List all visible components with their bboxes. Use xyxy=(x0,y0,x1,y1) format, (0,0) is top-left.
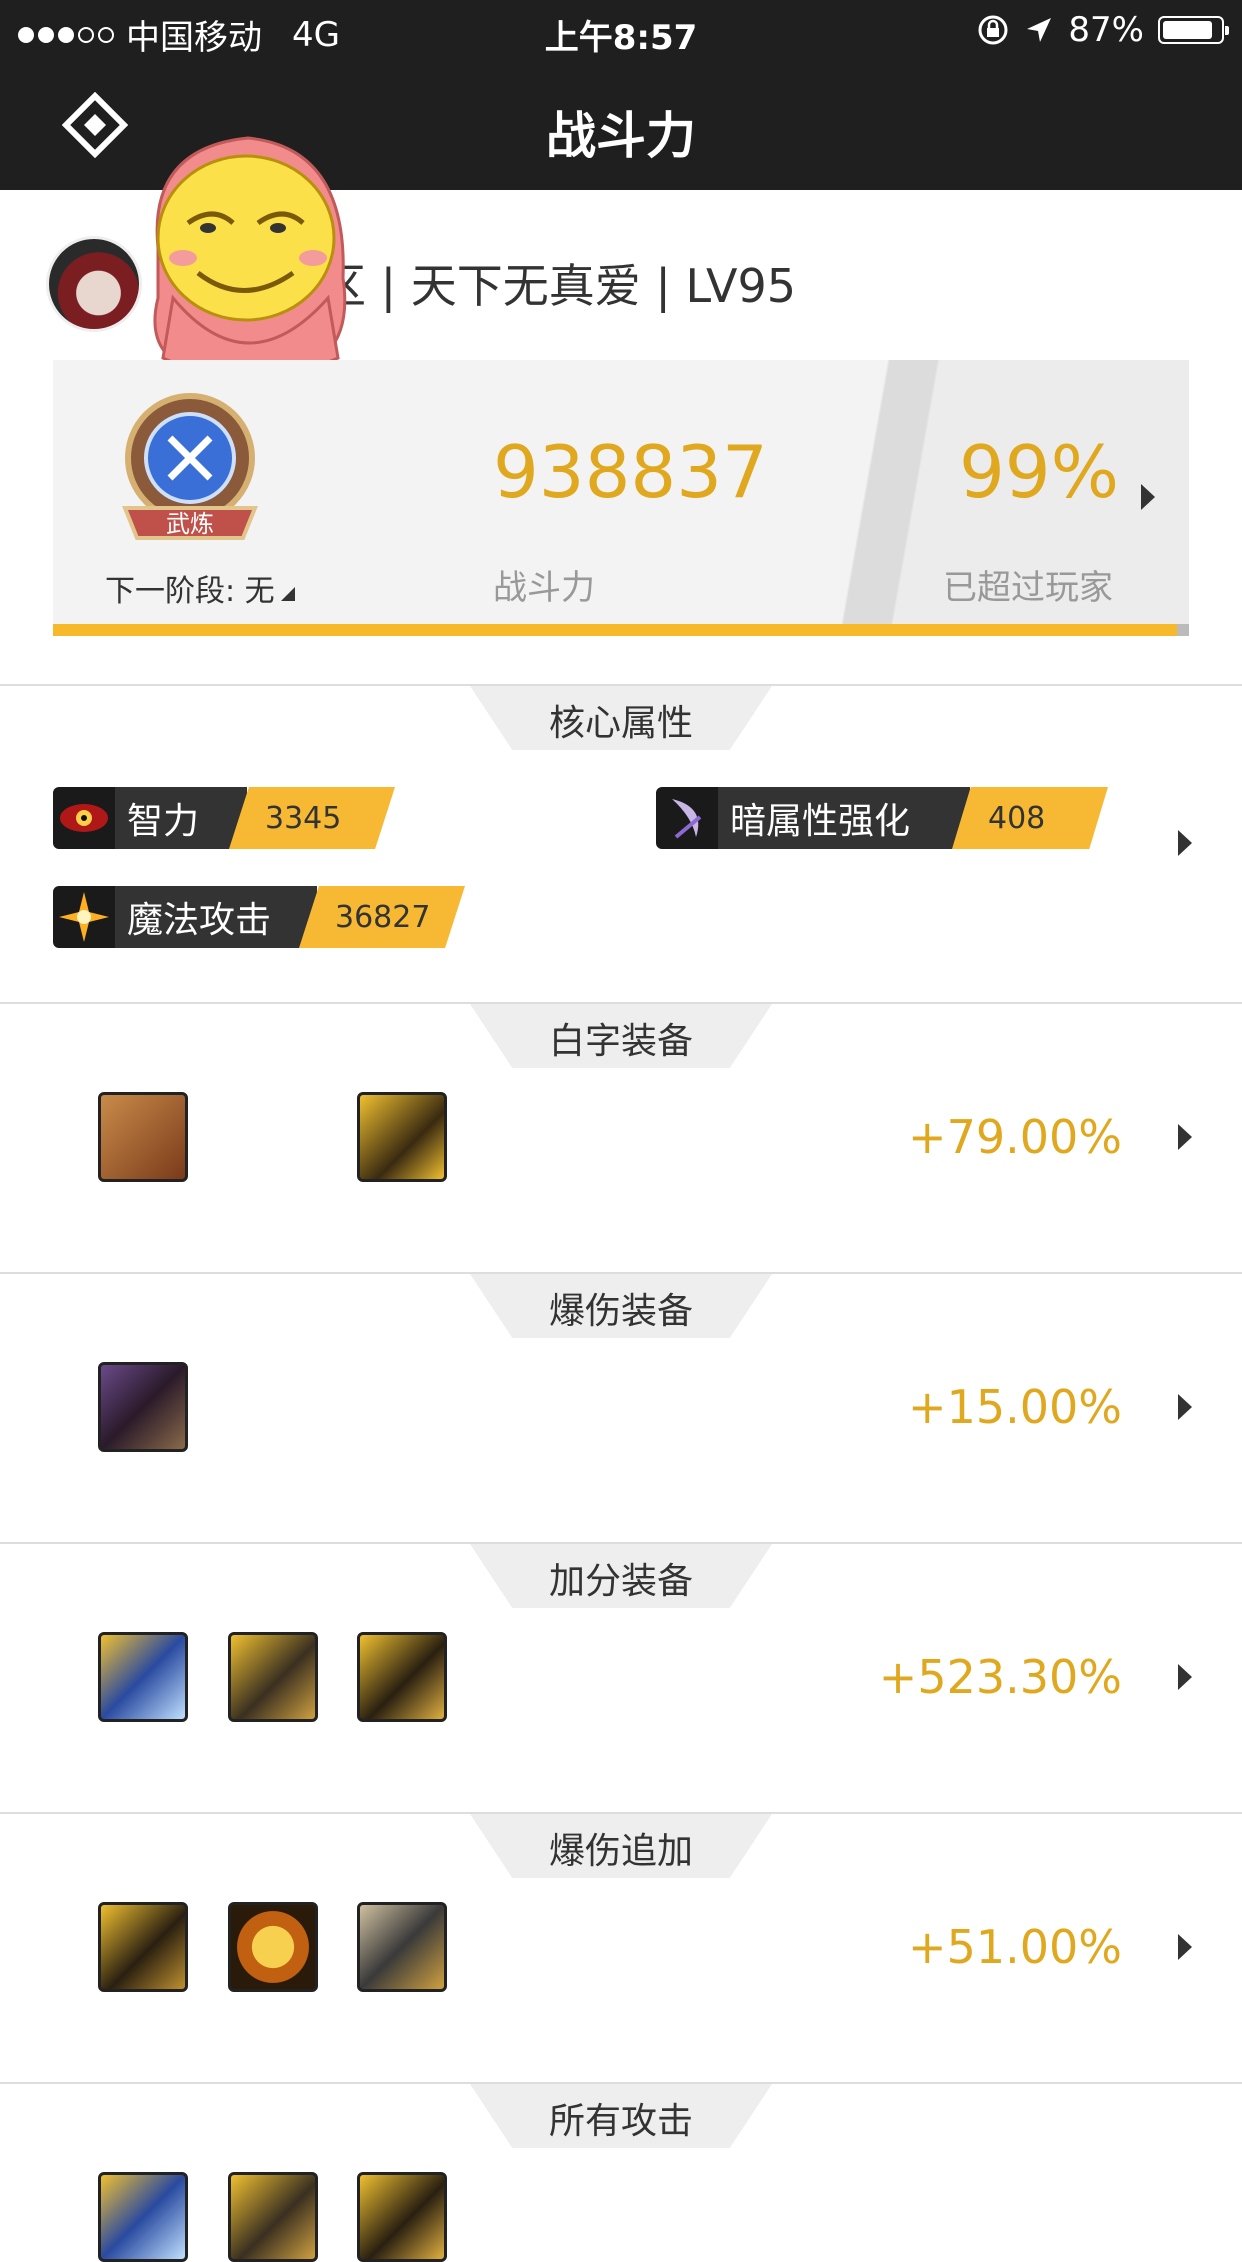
rank-badge-icon: 武炼 xyxy=(122,393,258,540)
power-label: 战斗力 xyxy=(493,568,595,608)
equipment-icon[interactable] xyxy=(228,2172,318,2262)
magic-burst-icon xyxy=(53,886,115,948)
attribute-dark-enhance: 暗属性强化 408 xyxy=(656,786,1108,850)
percent-label: 已超过玩家 xyxy=(943,568,1113,608)
section-header-crit-equip: 爆伤装备 xyxy=(470,1274,772,1338)
attribute-intelligence: 智力 3345 xyxy=(53,786,395,850)
profile-name: 区 | 天下无真爱 | LV95 xyxy=(320,259,797,313)
equipment-icon[interactable] xyxy=(98,1632,188,1722)
section-header-bonus-equip: 加分装备 xyxy=(470,1544,772,1608)
equipment-icon[interactable] xyxy=(98,1362,188,1452)
row-value: +51.00% xyxy=(908,1920,1122,1974)
section-header-crit-add: 爆伤追加 xyxy=(470,1814,772,1878)
percent-value: 99% xyxy=(959,430,1120,514)
status-bar: 中国移动 4G 上午8:57 87% xyxy=(0,0,1242,62)
chevron-right-icon[interactable] xyxy=(1178,1664,1192,1690)
section-title: 爆伤追加 xyxy=(548,1831,693,1872)
chevron-right-icon[interactable] xyxy=(1178,1934,1192,1960)
equipment-icon[interactable] xyxy=(228,1632,318,1722)
chevron-right-icon[interactable] xyxy=(1141,484,1155,510)
equipment-icon[interactable] xyxy=(357,2172,447,2262)
power-card[interactable]: 武炼 下一阶段: 无 938837 战斗力 99% 已超过玩家 xyxy=(53,360,1189,636)
power-progress-bar xyxy=(53,624,1178,636)
location-arrow-icon xyxy=(1027,18,1052,42)
row-value: +79.00% xyxy=(908,1110,1122,1164)
battery-percent: 87% xyxy=(1068,10,1144,50)
equipment-icon[interactable] xyxy=(357,1632,447,1722)
equipment-icon[interactable] xyxy=(98,1902,188,1992)
next-stage-label: 下一阶段: 无 xyxy=(105,574,275,609)
attribute-value: 3345 xyxy=(229,787,395,849)
corner-triangle-icon xyxy=(280,587,295,601)
attribute-name: 暗属性强化 xyxy=(718,787,970,849)
attribute-name: 智力 xyxy=(115,787,247,849)
section-title: 所有攻击 xyxy=(548,2101,693,2142)
section-title: 核心属性 xyxy=(548,703,693,744)
rotation-lock-icon xyxy=(978,15,1008,45)
attribute-magic-attack: 魔法攻击 36827 xyxy=(53,885,465,949)
power-value: 938837 xyxy=(493,430,768,514)
chevron-right-icon[interactable] xyxy=(1178,1124,1192,1150)
equipment-icon[interactable] xyxy=(357,1092,447,1182)
section-title: 爆伤装备 xyxy=(548,1291,693,1332)
chevron-right-icon[interactable] xyxy=(1178,1394,1192,1420)
chevron-right-icon[interactable] xyxy=(1178,830,1192,856)
eye-icon xyxy=(53,787,115,849)
next-stage[interactable]: 下一阶段: 无 xyxy=(105,566,295,610)
attribute-name: 魔法攻击 xyxy=(115,886,317,948)
attribute-value: 36827 xyxy=(299,886,465,948)
status-right: 87% xyxy=(976,10,1229,50)
battery-icon xyxy=(1158,16,1229,44)
equipment-icon[interactable] xyxy=(98,2172,188,2262)
row-value: +523.30% xyxy=(878,1650,1122,1704)
section-header-all-attack: 所有攻击 xyxy=(470,2084,772,2148)
equipment-icon[interactable] xyxy=(228,1902,318,1992)
section-header-white-equip: 白字装备 xyxy=(470,1004,772,1068)
row-value: +15.00% xyxy=(908,1380,1122,1434)
equipment-icon[interactable] xyxy=(98,1092,188,1182)
section-title: 加分装备 xyxy=(548,1561,693,1602)
smiley-sticker-icon xyxy=(153,136,347,380)
badge-text: 武炼 xyxy=(166,510,214,538)
section-header-core: 核心属性 xyxy=(470,686,772,750)
equipment-icon[interactable] xyxy=(357,1902,447,1992)
section-title: 白字装备 xyxy=(548,1021,693,1062)
attribute-value: 408 xyxy=(952,787,1108,849)
dark-scythe-icon xyxy=(656,787,718,849)
